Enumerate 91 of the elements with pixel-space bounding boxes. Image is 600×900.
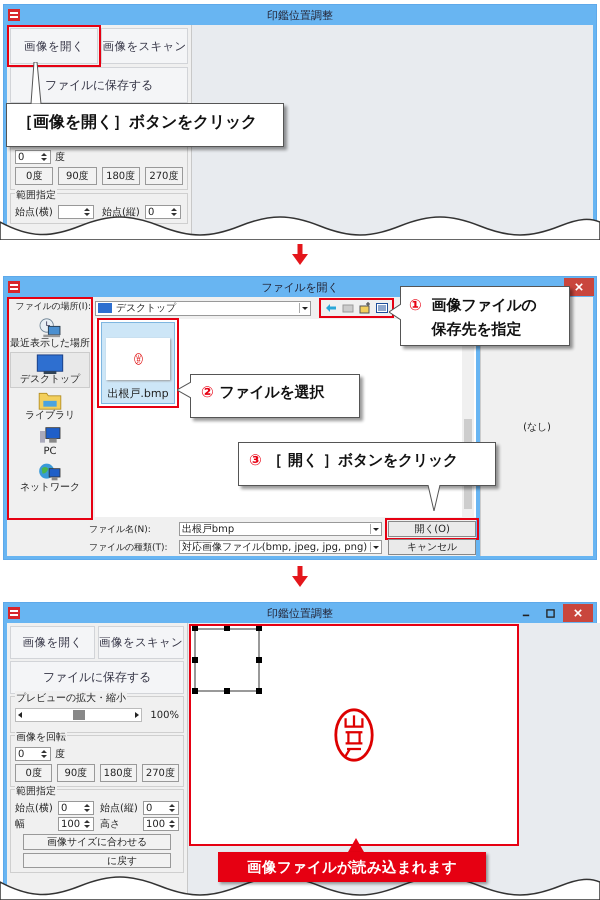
zoom-reading: 100% [150,710,179,720]
rotate-button[interactable]: 0度 [15,167,54,185]
rotate-button[interactable]: 180度 [100,764,137,782]
callout-text: ファイルを選択 [220,383,325,401]
maximize-icon [546,608,554,618]
close-icon [575,283,583,291]
spin-arrows-icon[interactable] [83,802,91,814]
spin-arrows-icon[interactable] [83,818,91,830]
rotate-button[interactable]: 270度 [142,764,179,782]
place-item[interactable]: PC [10,424,90,460]
scan-image-button[interactable]: 画像をスキャン [100,28,188,64]
number-field[interactable]: 0 [15,150,51,164]
close-button[interactable] [563,604,593,622]
new-folder-icon[interactable] [359,302,371,314]
spin-arrows-icon[interactable] [168,802,176,814]
down-arrow-icon [290,566,310,588]
rotate-button[interactable]: 90度 [57,764,94,782]
field-label: ファイル名(N): [88,524,152,536]
callout-text: ［ 開く ］ボタンをクリック [268,451,458,469]
place-item[interactable]: デスクトップ [10,352,90,388]
step-number: ② [201,383,214,401]
field-label: ファイルの種類(T): [88,542,169,554]
view-list-icon[interactable] [376,303,388,313]
step-number: ① [409,295,422,316]
rotate-button[interactable]: 0度 [15,764,52,782]
cancel-button[interactable]: キャンセル [388,539,476,555]
down-arrow-icon [290,244,310,266]
step-number: ③ [249,451,262,469]
open-button[interactable]: 開く(O) [388,521,476,537]
number-field[interactable]: 0 [143,801,179,815]
group-title: 画像を回転 [15,730,67,744]
window-title: 印鑑位置調整 [267,606,333,620]
zoom-slider[interactable] [15,708,142,722]
spin-arrows-icon[interactable] [40,748,48,760]
callout-pointer [348,838,364,852]
rotate-button[interactable]: 90度 [58,167,96,185]
save-file-button[interactable]: ファイルに保存する [10,67,188,103]
degree-label: 度 [55,150,65,164]
open-image-button[interactable]: 画像を開く [10,626,95,659]
window-title: ファイルを開く [262,280,338,294]
close-icon [574,609,582,617]
field-label: 始点(横) [15,802,54,815]
field-label: 幅 [15,818,26,831]
desktop-icon [98,303,112,313]
scan-image-button[interactable]: 画像をスキャン [98,626,184,659]
group-title: 範囲指定 [15,784,57,798]
group-title: 範囲指定 [15,188,57,202]
place-item[interactable]: 最近表示した場所 [10,316,90,352]
group-title: プレビューの拡大・縮小 [15,691,127,705]
spin-arrows-icon[interactable] [170,206,178,218]
preview-text: (なし) [523,420,551,434]
spin-arrows-icon[interactable] [83,206,91,218]
app-icon [8,607,20,619]
spin-arrows-icon[interactable] [168,818,176,830]
save-file-button[interactable]: ファイルに保存する [10,661,184,694]
callout-text: 画像ファイルの保存先を指定 [432,295,538,340]
location-label: ファイルの場所(I): [15,300,91,314]
number-field[interactable]: 100 [58,817,94,831]
callout-tooltip: ［画像を開く］ボタンをクリック [6,103,284,147]
number-field[interactable] [58,205,94,219]
dropdown-arrow-icon[interactable] [370,542,382,552]
range-button[interactable]: 画像サイズに合わせる [23,834,171,850]
file-type-dropdown[interactable]: 対応画像ファイル(bmp, jpeg, jpg, png) [178,540,382,554]
range-button[interactable]: に戻す [23,853,171,868]
field-label: 高さ [100,818,121,831]
location-dropdown[interactable]: デスクトップ [95,300,311,316]
field-label: 始点(縦) [102,206,141,219]
field-label: 始点(縦) [100,802,139,815]
seal-stamp-drawing [134,353,142,365]
place-item[interactable]: ネットワーク [10,460,90,496]
app-icon [8,281,20,293]
dropdown-arrow-icon[interactable] [370,524,382,534]
seal-stamp-drawing [333,707,375,763]
callout-pointer [30,62,42,104]
desktop-icon [35,354,65,374]
degree-label: 度 [55,748,65,761]
file-name-field[interactable]: 出根戸bmp [178,522,382,536]
rotate-button[interactable]: 270度 [144,167,183,185]
number-field[interactable]: 0 [58,801,94,815]
app-icon [8,9,20,21]
dropdown-arrow-icon[interactable] [299,303,310,313]
place-item[interactable]: ライブラリ [10,388,90,424]
rotate-button[interactable]: 180度 [102,167,140,185]
spin-arrows-icon[interactable] [40,151,48,163]
field-label: 始点(横) [15,206,54,219]
selection-frame[interactable] [192,626,262,694]
number-field[interactable]: 0 [145,205,181,219]
number-field[interactable]: 0 [15,747,51,761]
folder-icon [36,390,64,410]
number-field[interactable]: 100 [143,817,179,831]
window-title: 印鑑位置調整 [267,8,333,22]
